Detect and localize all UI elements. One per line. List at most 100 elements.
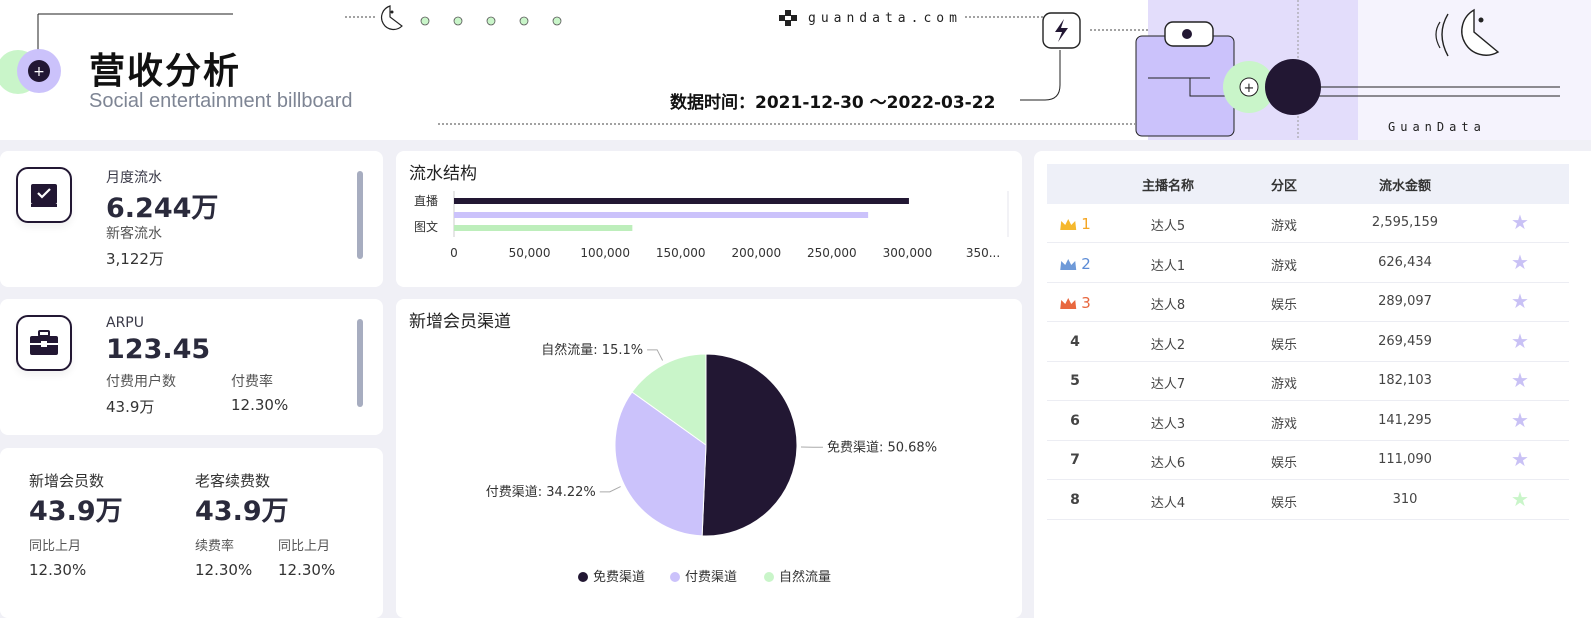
anchor-name: 达人1: [1150, 258, 1186, 274]
pie-data-label: 自然流量: 15.1%: [541, 342, 643, 358]
x-tick-label: 200,000: [731, 246, 781, 260]
date-label: 数据时间：: [670, 93, 755, 113]
member-channel-card: 新增会员渠道 免费渠道: 50.68% 付费渠道: 34.22% 自然流量: 15.…: [396, 299, 1022, 618]
pay-rate-value: 12.30%: [231, 396, 289, 414]
table-row[interactable]: 8 达人4 娱乐 310 ★: [1047, 481, 1569, 520]
amount: 289,097: [1378, 294, 1432, 309]
y-tick-label: 直播: [414, 194, 438, 208]
header-anchor-name: 主播名称: [1141, 179, 1195, 194]
anchor-name: 达人6: [1150, 456, 1186, 471]
renew-rate-label: 续费率: [195, 539, 235, 554]
rank-number-text: 3: [1081, 294, 1091, 312]
flow-structure-card: 流水结构 直播 图文 0 50,000 100,000 150,000 200,000 250…: [396, 151, 1022, 287]
amount: 626,434: [1378, 254, 1432, 270]
scrollbar[interactable]: [357, 171, 363, 259]
kpi-card-monthly: 月度流水 6.244万 新客流水 3,122万: [0, 151, 383, 287]
category: 游戏: [1270, 377, 1298, 392]
legend-marker[interactable]: [670, 572, 680, 582]
arpu-label: ARPU: [106, 315, 144, 331]
pie-data-label: 付费渠道: 34.22%: [486, 485, 596, 500]
date-range: 数据时间：2021-12-30 ～2022-03-22: [670, 88, 995, 113]
paying-users-value: 43.9万: [106, 398, 155, 416]
star-icon[interactable]: ★: [1511, 250, 1529, 274]
bar[interactable]: [454, 212, 869, 218]
category: 娱乐: [1270, 298, 1298, 313]
category: 娱乐: [1270, 495, 1298, 511]
star-icon[interactable]: ★: [1511, 368, 1529, 392]
rank-number: 5: [1070, 373, 1080, 389]
kpi-card-arpu: ARPU 123.45 付费用户数 43.9万 付费率 12.30%: [0, 299, 383, 435]
pay-rate-label: 付费率: [231, 374, 273, 390]
x-tick-label: 250,000: [807, 246, 857, 260]
scrollbar[interactable]: [357, 319, 363, 407]
amount: 269,459: [1378, 333, 1432, 349]
new-members-value: 43.9万: [29, 496, 123, 527]
table-row[interactable]: 2 达人1 游戏 626,434 ★: [1047, 244, 1569, 283]
star-icon[interactable]: ★: [1511, 210, 1529, 234]
anchor-name: 达人7: [1150, 377, 1186, 392]
table-row[interactable]: 5 达人7 游戏 182,103 ★: [1047, 362, 1569, 401]
rank-number: 4: [1070, 333, 1080, 350]
x-tick-label: 100,000: [580, 246, 630, 260]
legend-marker[interactable]: [764, 572, 774, 582]
rank-number-text: 1: [1081, 215, 1091, 233]
pie-slice[interactable]: [701, 353, 798, 537]
legend-label[interactable]: 免费渠道: [593, 570, 645, 585]
anchor-name: 达人5: [1150, 219, 1186, 234]
bar[interactable]: [454, 225, 633, 231]
page-title: 营收分析: [89, 51, 242, 92]
yoy-value-1: 12.30%: [29, 561, 87, 579]
legend-marker[interactable]: [578, 572, 588, 582]
pie-data-label: 免费渠道: 50.68%: [827, 440, 937, 455]
amount: 111,090: [1378, 452, 1432, 467]
table-row[interactable]: 1 达人5 游戏 2,595,159 ★: [1047, 204, 1569, 243]
star-icon[interactable]: ★: [1511, 329, 1529, 353]
star-icon[interactable]: ★: [1511, 408, 1529, 432]
header-category: 分区: [1270, 179, 1298, 194]
bar[interactable]: [454, 198, 909, 204]
anchor-name: 达人4: [1150, 495, 1186, 511]
legend-label[interactable]: 付费渠道: [685, 570, 737, 585]
monthly-flow-label: 月度流水: [106, 170, 162, 186]
y-tick-label: 图文: [414, 219, 438, 234]
x-tick-label: 150,000: [656, 246, 706, 260]
pie-leader-line: [647, 349, 664, 361]
crown-icon: [1060, 298, 1077, 309]
category: 游戏: [1270, 258, 1298, 274]
rank-number: 2: [1059, 255, 1091, 273]
table-row[interactable]: 3 达人8 娱乐 289,097 ★: [1047, 283, 1569, 322]
pie-leader-line: [599, 486, 621, 493]
new-customer-flow-label: 新客流水: [106, 226, 162, 242]
renew-rate-value: 12.30%: [195, 561, 253, 579]
rank-number-text: 2: [1081, 254, 1091, 273]
amount: 141,295: [1378, 412, 1432, 428]
legend-label[interactable]: 自然流量: [779, 569, 831, 585]
x-tick-label: 350...: [966, 246, 1000, 260]
header-banner: + + 营收分析 Social entertainment billboard …: [0, 0, 1591, 140]
anchor-name: 达人2: [1150, 337, 1186, 353]
crown-icon: [1060, 219, 1077, 230]
paying-users-label: 付费用户数: [106, 374, 176, 390]
monthly-flow-value: 6.244万: [106, 193, 219, 224]
x-tick-label: 300,000: [883, 246, 933, 260]
kpi-card-members: 新增会员数 43.9万 老客续费数 43.9万 同比上月 12.30% 续费率 …: [0, 448, 383, 618]
table-row[interactable]: 4 达人2 娱乐 269,459 ★: [1047, 323, 1569, 362]
renew-count-label: 老客续费数: [195, 472, 271, 490]
x-tick-label: 50,000: [509, 246, 551, 260]
table-row[interactable]: 6 达人3 游戏 141,295 ★: [1047, 402, 1569, 441]
yoy-label-2: 同比上月: [278, 539, 331, 554]
star-icon[interactable]: ★: [1511, 447, 1529, 471]
table-row[interactable]: 7 达人6 娱乐 111,090 ★: [1047, 441, 1569, 480]
amount: 182,103: [1378, 373, 1432, 388]
rank-number: 3: [1059, 294, 1091, 312]
new-members-label: 新增会员数: [29, 472, 105, 490]
new-customer-flow-value: 3,122万: [106, 250, 164, 268]
ranking-header: 主播名称 分区 流水金额: [1047, 164, 1569, 204]
member-channel-pie: 免费渠道: 50.68% 付费渠道: 34.22% 自然流量: 15.1% 免费渠道 付…: [486, 342, 937, 585]
amount: 310: [1392, 491, 1418, 507]
flow-structure-chart: 直播图文 0 50,000 100,000 150,000 200,000 250,000 3…: [414, 191, 1009, 260]
ranking-card: 主播名称 分区 流水金额 1 达人5 游戏 2,595,159 ★ 2 达人1 游戏 626,4…: [1034, 151, 1591, 618]
category: 娱乐: [1270, 456, 1298, 471]
star-icon[interactable]: ★: [1511, 487, 1529, 511]
star-icon[interactable]: ★: [1511, 289, 1529, 313]
